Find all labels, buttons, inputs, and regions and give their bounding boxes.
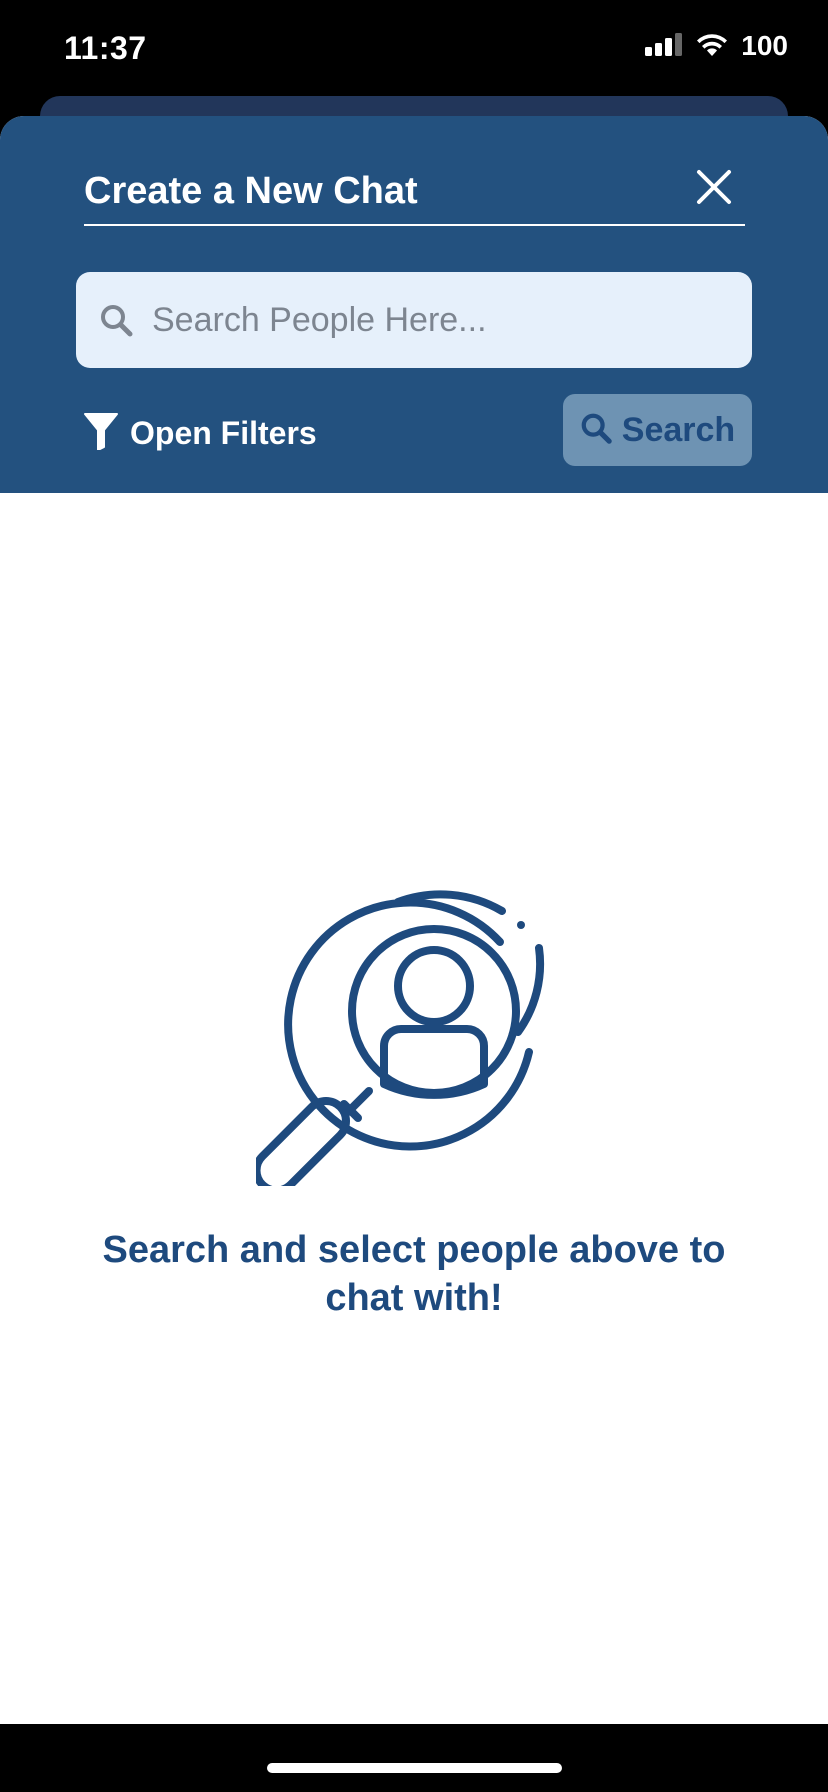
- modal-title: Create a New Chat: [84, 170, 418, 212]
- battery-level: 100: [741, 30, 788, 61]
- search-icon: [96, 300, 136, 340]
- home-indicator[interactable]: [267, 1763, 562, 1773]
- search-field[interactable]: [76, 272, 752, 368]
- status-time: 11:37: [64, 30, 147, 66]
- modal-header: Create a New Chat Search People Here... …: [0, 116, 828, 493]
- person-search-icon: [256, 890, 545, 1186]
- screen: 11:37 100 Create a New Chat Search Peopl…: [0, 0, 828, 1792]
- empty-state-message: Search and select people above to chat w…: [102, 1229, 726, 1319]
- wifi-icon: [695, 31, 729, 62]
- search-input[interactable]: [152, 300, 712, 340]
- close-button[interactable]: [691, 164, 737, 210]
- status-bar: 11:37 100: [0, 0, 828, 96]
- filter-icon: [84, 412, 118, 455]
- search-button-label: Search: [621, 410, 736, 449]
- status-right: 100: [645, 30, 788, 62]
- search-icon: [580, 412, 612, 449]
- open-filters-button[interactable]: Open Filters: [84, 410, 317, 456]
- open-filters-label: Open Filters: [130, 414, 317, 451]
- title-row: Create a New Chat: [84, 156, 745, 226]
- search-button[interactable]: Search: [563, 394, 752, 466]
- signal-icon: [645, 32, 683, 61]
- new-chat-modal: Create a New Chat Search People Here... …: [0, 116, 828, 1724]
- close-icon: [697, 170, 731, 204]
